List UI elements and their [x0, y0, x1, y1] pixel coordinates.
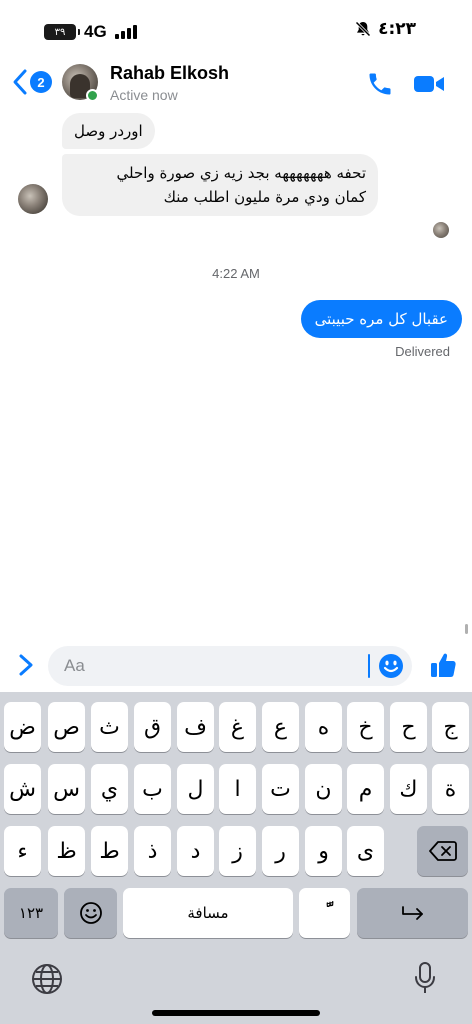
key[interactable]: س	[48, 764, 85, 814]
sender-avatar[interactable]	[18, 184, 48, 214]
key[interactable]: ص	[48, 702, 85, 752]
microphone-icon	[415, 962, 435, 993]
network-type: 4G	[84, 22, 107, 41]
key[interactable]: ظ	[48, 826, 85, 876]
phone-icon	[369, 73, 391, 95]
message-line: كمان ودي مرة مليون اطلب منك	[163, 188, 366, 206]
emoji-icon	[379, 654, 403, 678]
status-left: ٣٩ 4G	[44, 22, 137, 42]
key[interactable]: ت	[262, 764, 299, 814]
key[interactable]: ل	[177, 764, 214, 814]
outgoing-message[interactable]: عقبال كل مره حبيبتى	[300, 300, 462, 338]
key[interactable]: ر	[262, 826, 299, 876]
thumbs-up-icon	[431, 653, 456, 677]
conversation-header: 2 Rahab Elkosh Active now	[0, 58, 472, 110]
read-receipt-avatar	[433, 222, 449, 238]
contact-status: Active now	[110, 87, 178, 103]
like-button[interactable]	[428, 650, 458, 680]
delivery-status: Delivered	[395, 344, 450, 359]
incoming-message[interactable]: اوردر وصل	[62, 113, 155, 149]
chevron-right-icon	[19, 654, 33, 676]
return-key[interactable]	[357, 888, 468, 938]
return-icon	[401, 906, 423, 920]
emoji-key[interactable]	[64, 888, 117, 938]
key[interactable]: ك	[390, 764, 427, 814]
message-timestamp: 4:22 AM	[212, 266, 260, 281]
online-indicator	[86, 89, 99, 102]
key[interactable]: ي	[91, 764, 128, 814]
back-button[interactable]: 2	[12, 68, 52, 96]
key[interactable]: ه	[305, 702, 342, 752]
key[interactable]: ش	[4, 764, 41, 814]
backspace-key[interactable]	[417, 826, 468, 876]
scroll-indicator	[465, 624, 468, 634]
unread-badge: 2	[30, 71, 52, 93]
key[interactable]: ج	[432, 702, 469, 752]
key[interactable]: ف	[177, 702, 214, 752]
key[interactable]: غ	[219, 702, 256, 752]
battery-indicator: ٣٩	[44, 24, 80, 40]
video-camera-icon	[414, 76, 444, 92]
numbers-key[interactable]: ١٢٣	[4, 888, 58, 938]
dictation-button[interactable]	[412, 960, 438, 996]
key[interactable]: ة	[432, 764, 469, 814]
clock: ٤:٢٣	[378, 19, 416, 39]
backspace-icon	[428, 841, 457, 861]
text-cursor	[368, 654, 370, 678]
key[interactable]: ا	[219, 764, 256, 814]
globe-icon	[32, 964, 62, 994]
key[interactable]: ء	[4, 826, 41, 876]
key[interactable]: ح	[390, 702, 427, 752]
key[interactable]: ق	[134, 702, 171, 752]
incoming-message[interactable]: تحفه هههههههه بجد زيه زي صورة واحلي كمان…	[62, 154, 378, 216]
message-line: تحفه هههههههه بجد زيه زي صورة واحلي	[116, 164, 366, 182]
expand-actions-button[interactable]	[14, 652, 38, 678]
key[interactable]: ز	[219, 826, 256, 876]
diacritic-key[interactable]: ًّ	[299, 888, 350, 938]
globe-button[interactable]	[30, 962, 64, 996]
key[interactable]: م	[347, 764, 384, 814]
key[interactable]: ط	[91, 826, 128, 876]
key[interactable]: و	[305, 826, 342, 876]
key[interactable]: د	[177, 826, 214, 876]
key[interactable]: ع	[262, 702, 299, 752]
emoji-button[interactable]	[378, 653, 404, 679]
emoji-icon	[79, 902, 102, 924]
key[interactable]: خ	[347, 702, 384, 752]
chevron-left-icon	[13, 69, 27, 95]
home-indicator	[152, 1010, 320, 1016]
status-right: ٤:٢٣	[354, 19, 416, 39]
bell-slash-icon	[355, 21, 371, 37]
status-bar: ٣٩ 4G ٤:٢٣	[0, 0, 472, 58]
keyboard: ض ص ث ق ف غ ع ه خ ح ج ش س ي ب ل ا ت ن م …	[0, 692, 472, 1024]
voice-call-button[interactable]	[366, 70, 394, 98]
key[interactable]: ث	[91, 702, 128, 752]
key[interactable]: ب	[134, 764, 171, 814]
key[interactable]: ض	[4, 702, 41, 752]
signal-strength-icon	[114, 25, 137, 39]
message-composer	[0, 642, 472, 692]
space-key[interactable]: مسافة	[123, 888, 293, 938]
video-call-button[interactable]	[412, 70, 446, 98]
key[interactable]: ى	[347, 826, 384, 876]
message-input[interactable]	[48, 646, 412, 686]
key[interactable]: ن	[305, 764, 342, 814]
key[interactable]: ذ	[134, 826, 171, 876]
contact-name[interactable]: Rahab Elkosh	[110, 63, 229, 84]
